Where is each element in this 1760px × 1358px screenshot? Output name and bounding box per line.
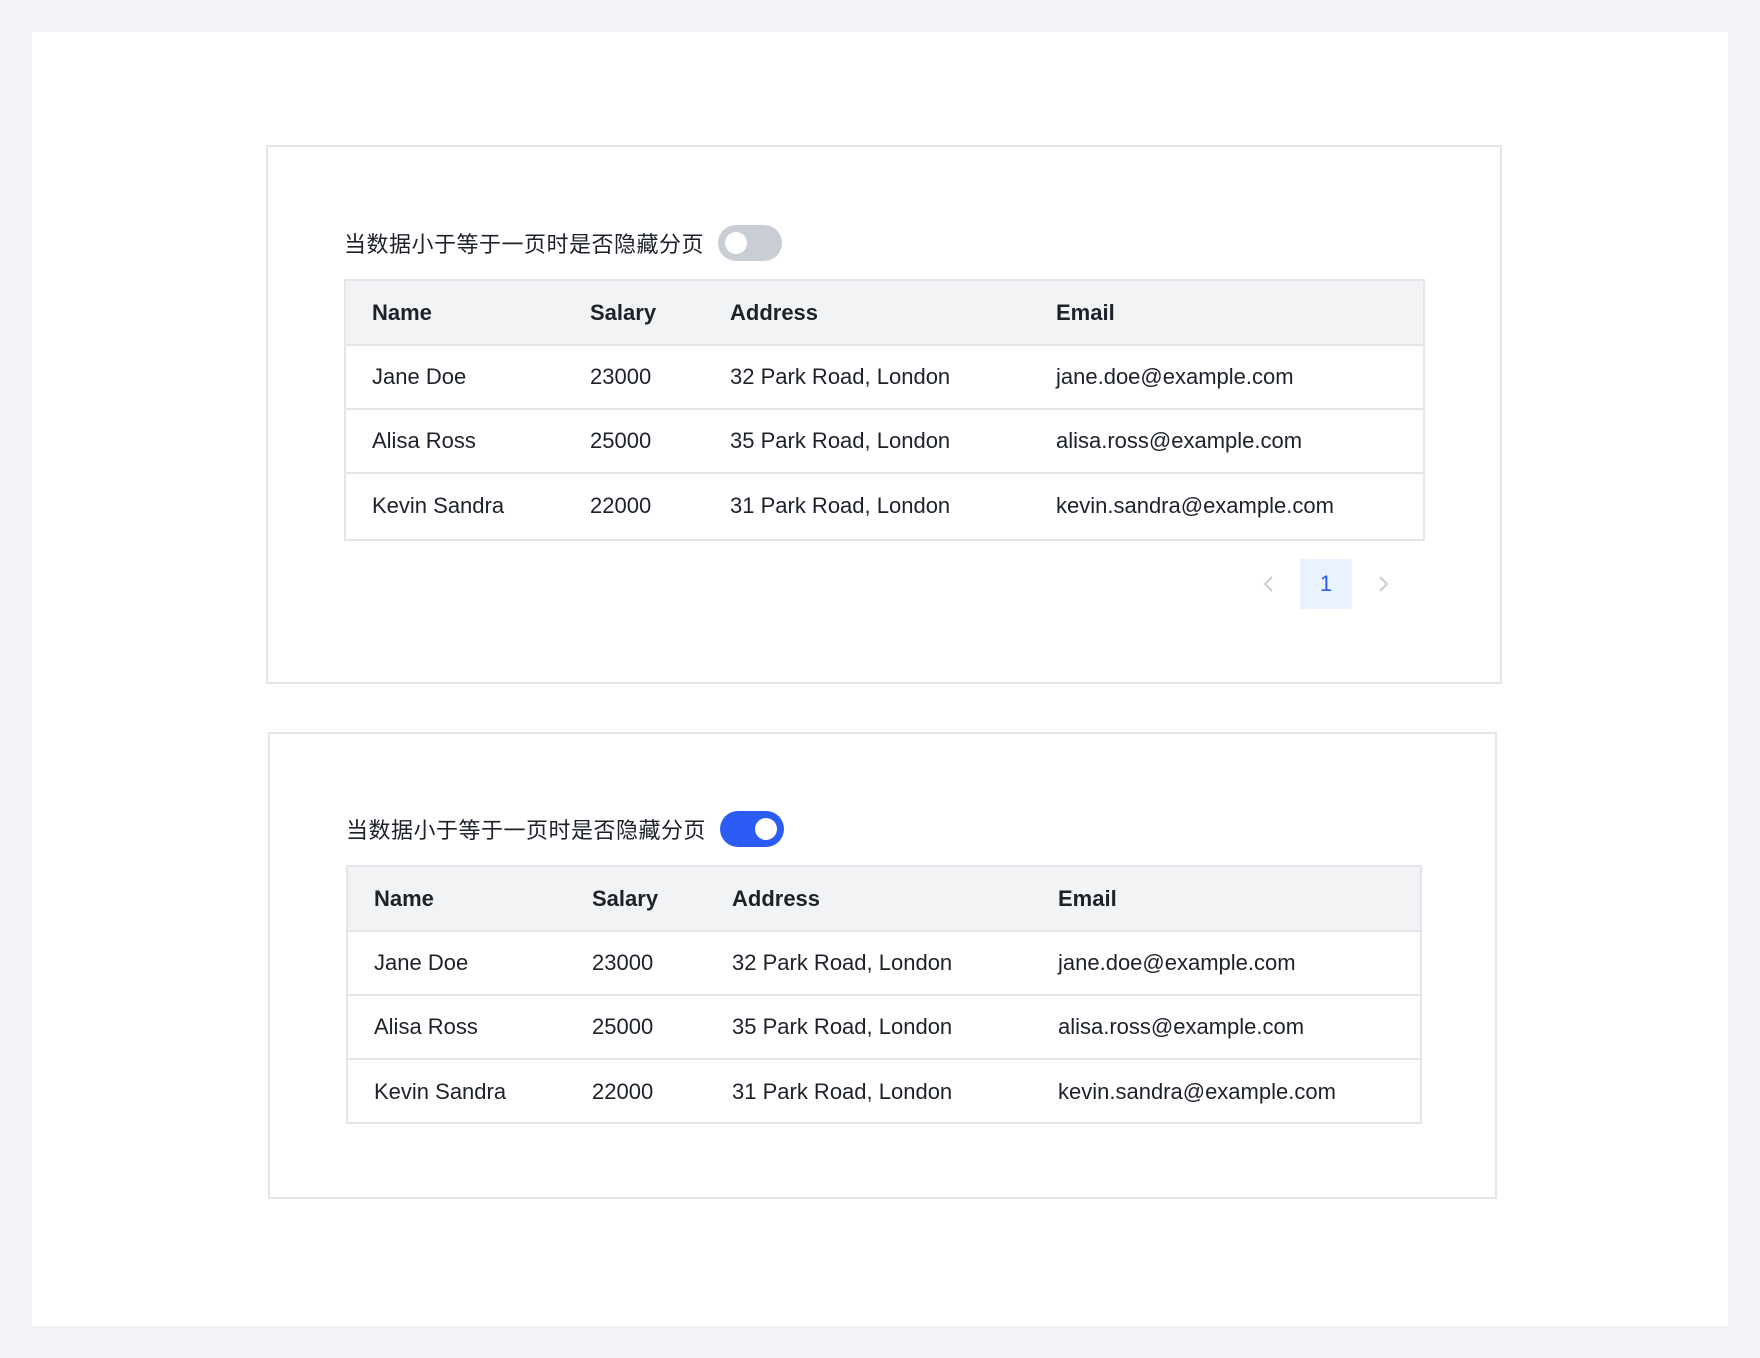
cell-email: kevin.sandra@example.com — [1056, 493, 1334, 518]
table-header-row: Name Salary Address Email — [346, 281, 1423, 346]
switch-knob — [725, 232, 748, 254]
table-row: Kevin Sandra 22000 31 Park Road, London … — [346, 474, 1423, 538]
cell-email: alisa.ross@example.com — [1056, 428, 1303, 453]
cell-email: alisa.ross@example.com — [1058, 1014, 1305, 1039]
column-header-salary: Salary — [590, 299, 657, 325]
table-header-row: Name Salary Address Email — [348, 867, 1420, 932]
page-canvas: 当数据小于等于一页时是否隐藏分页 Name Salary Address Ema… — [32, 32, 1728, 1326]
cell-address: 35 Park Road, London — [732, 1014, 953, 1039]
cell-salary: 25000 — [590, 428, 652, 453]
cell-email: jane.doe@example.com — [1056, 364, 1294, 389]
cell-email: jane.doe@example.com — [1058, 950, 1296, 975]
table-row: Alisa Ross 25000 35 Park Road, London al… — [346, 410, 1423, 474]
cell-salary: 22000 — [592, 1079, 654, 1104]
column-header-salary: Salary — [592, 885, 659, 911]
cell-name: Kevin Sandra — [372, 493, 505, 518]
demo-card-pagination-hidden: 当数据小于等于一页时是否隐藏分页 Name Salary Address Ema… — [268, 732, 1497, 1199]
cell-name: Kevin Sandra — [374, 1079, 507, 1104]
data-table: Name Salary Address Email Jane Doe 23000… — [346, 865, 1422, 1124]
data-table: Name Salary Address Email Jane Doe 23000… — [344, 279, 1425, 541]
table-row: Jane Doe 23000 32 Park Road, London jane… — [346, 346, 1423, 410]
hide-pagination-option: 当数据小于等于一页时是否隐藏分页 — [344, 223, 783, 263]
hide-pagination-label: 当数据小于等于一页时是否隐藏分页 — [346, 819, 707, 844]
cell-address: 32 Park Road, London — [732, 950, 953, 975]
table-row: Jane Doe 23000 32 Park Road, London jane… — [348, 932, 1420, 996]
column-header-address: Address — [730, 299, 819, 325]
cell-name: Jane Doe — [374, 950, 469, 975]
cell-email: kevin.sandra@example.com — [1058, 1079, 1336, 1104]
column-header-name: Name — [374, 885, 434, 911]
switch-knob — [755, 818, 778, 840]
cell-name: Alisa Ross — [372, 428, 476, 453]
hide-pagination-option: 当数据小于等于一页时是否隐藏分页 — [346, 809, 785, 849]
table-row: Alisa Ross 25000 35 Park Road, London al… — [348, 996, 1420, 1060]
cell-salary: 25000 — [592, 1014, 654, 1039]
cell-address: 31 Park Road, London — [732, 1079, 953, 1104]
table-row: Kevin Sandra 22000 31 Park Road, London … — [348, 1060, 1420, 1124]
column-header-email: Email — [1058, 885, 1117, 911]
cell-address: 35 Park Road, London — [730, 428, 951, 453]
cell-address: 31 Park Road, London — [730, 493, 951, 518]
cell-salary: 23000 — [590, 364, 652, 389]
cell-salary: 22000 — [590, 493, 652, 518]
page-item-current[interactable]: 1 — [1300, 559, 1352, 609]
column-header-name: Name — [372, 299, 432, 325]
cell-address: 32 Park Road, London — [730, 364, 951, 389]
cell-name: Jane Doe — [372, 364, 467, 389]
chevron-left-icon[interactable] — [1244, 559, 1294, 609]
cell-salary: 23000 — [592, 950, 654, 975]
chevron-right-icon[interactable] — [1358, 559, 1408, 609]
column-header-email: Email — [1056, 299, 1115, 325]
column-header-address: Address — [732, 885, 821, 911]
hide-pagination-switch[interactable] — [718, 225, 783, 261]
hide-pagination-label: 当数据小于等于一页时是否隐藏分页 — [344, 233, 705, 258]
cell-name: Alisa Ross — [374, 1014, 478, 1039]
demo-card-pagination-visible: 当数据小于等于一页时是否隐藏分页 Name Salary Address Ema… — [266, 145, 1502, 684]
hide-pagination-switch[interactable] — [720, 811, 785, 847]
pagination: 1 — [1244, 559, 1408, 609]
